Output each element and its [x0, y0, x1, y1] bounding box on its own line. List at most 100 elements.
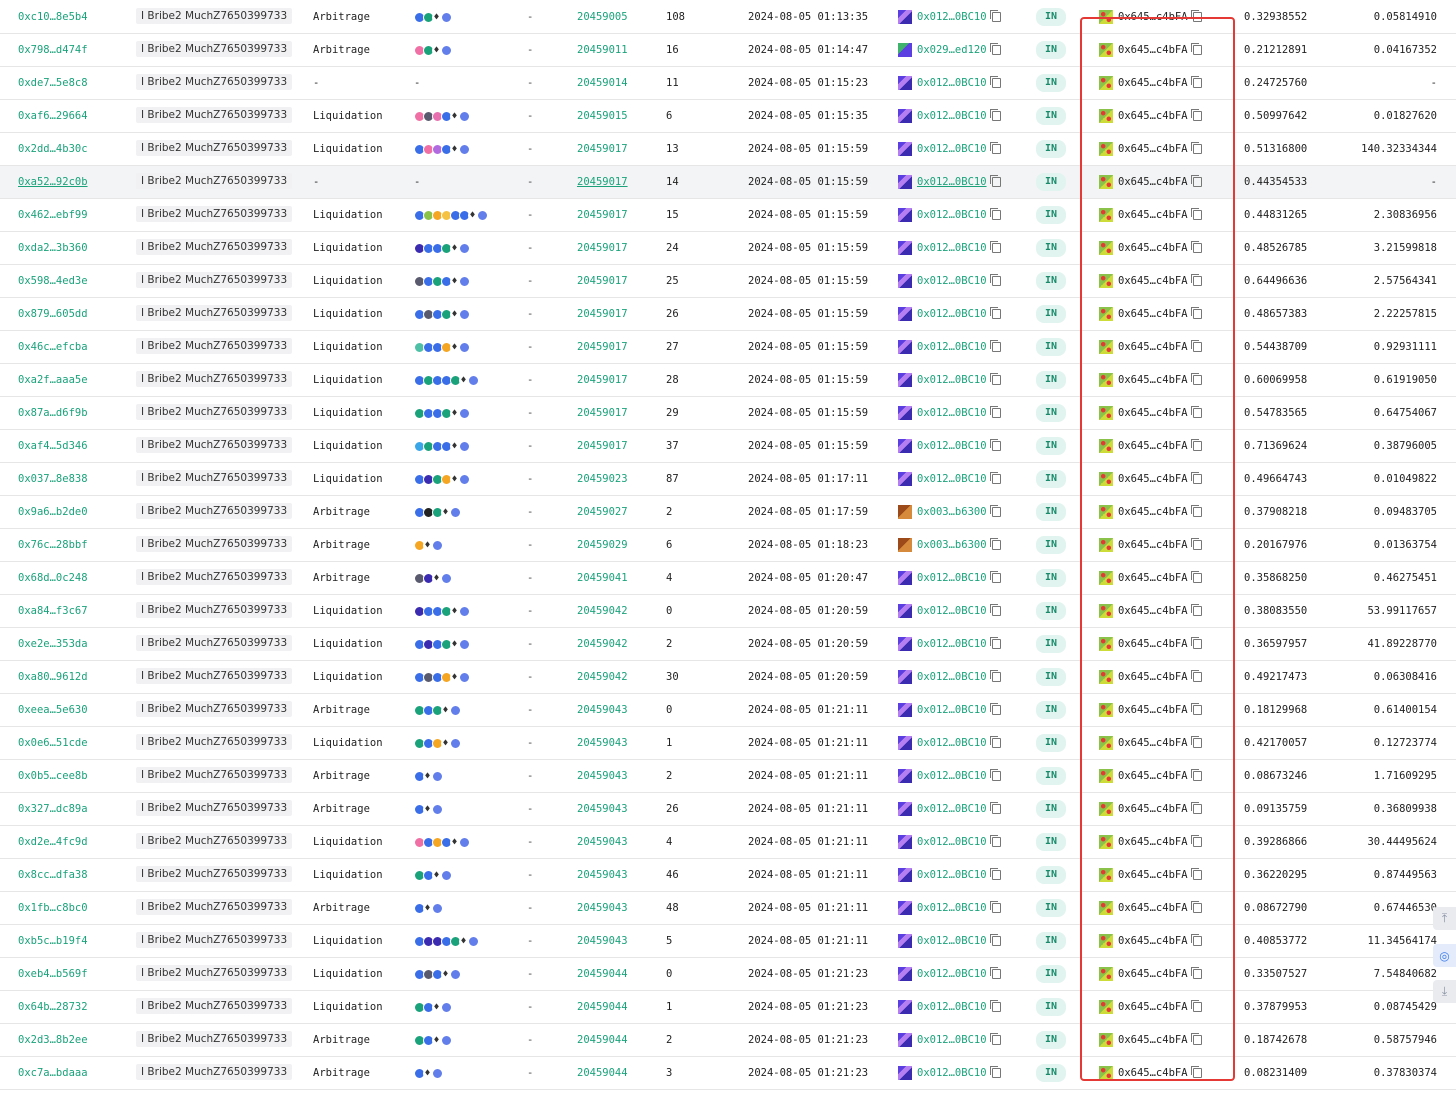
tx-hash-link[interactable]: 0x598…4ed3e	[18, 274, 88, 288]
copy-icon[interactable]	[1190, 571, 1202, 583]
copy-icon[interactable]	[1190, 538, 1202, 550]
tx-hash-link[interactable]: 0x798…d474f	[18, 43, 88, 57]
from-address-text[interactable]: 0x029…ed120	[917, 43, 987, 57]
tx-hash-link[interactable]: 0x64b…28732	[18, 1000, 88, 1014]
from-address[interactable]: 0x012…0BC10	[898, 175, 1001, 189]
from-address-text[interactable]: 0x012…0BC10	[917, 670, 987, 684]
from-address[interactable]: 0x012…0BC10	[898, 736, 1001, 750]
tx-hash-link[interactable]: 0x2dd…4b30c	[18, 142, 88, 156]
to-address-text[interactable]: 0x645…c4bFA	[1118, 769, 1188, 783]
to-address[interactable]: 0x645…c4bFA	[1099, 208, 1202, 222]
from-address[interactable]: 0x012…0BC10	[898, 901, 1001, 915]
from-address[interactable]: 0x012…0BC10	[898, 1033, 1001, 1047]
to-address[interactable]: 0x645…c4bFA	[1099, 802, 1202, 816]
from-address-text[interactable]: 0x012…0BC10	[917, 835, 987, 849]
tx-hash-link[interactable]: 0x9a6…b2de0	[18, 505, 88, 519]
to-address-text[interactable]: 0x645…c4bFA	[1118, 241, 1188, 255]
from-address[interactable]: 0x012…0BC10	[898, 406, 1001, 420]
to-address[interactable]: 0x645…c4bFA	[1099, 1000, 1202, 1014]
copy-icon[interactable]	[989, 472, 1001, 484]
from-address[interactable]: 0x012…0BC10	[898, 439, 1001, 453]
tx-hash-link[interactable]: 0xe2e…353da	[18, 637, 88, 651]
from-address[interactable]: 0x012…0BC10	[898, 967, 1001, 981]
from-address-text[interactable]: 0x012…0BC10	[917, 868, 987, 882]
from-address[interactable]: 0x012…0BC10	[898, 472, 1001, 486]
copy-icon[interactable]	[1190, 109, 1202, 121]
block-number-link[interactable]: 20459005	[577, 10, 628, 24]
block-number-link[interactable]: 20459043	[577, 934, 628, 948]
block-number-link[interactable]: 20459014	[577, 76, 628, 90]
from-address[interactable]: 0x003…b6300	[898, 505, 1001, 519]
to-address[interactable]: 0x645…c4bFA	[1099, 670, 1202, 684]
table-row[interactable]: 0x9a6…b2de0 I Bribe2 MuchZ7650399733 Arbit…	[0, 496, 1456, 529]
block-number-link[interactable]: 20459017	[577, 406, 628, 420]
to-address-text[interactable]: 0x645…c4bFA	[1118, 76, 1188, 90]
copy-icon[interactable]	[989, 934, 1001, 946]
copy-icon[interactable]	[1190, 934, 1202, 946]
block-number-link[interactable]: 20459043	[577, 835, 628, 849]
to-address[interactable]: 0x645…c4bFA	[1099, 868, 1202, 882]
from-address-text[interactable]: 0x012…0BC10	[917, 472, 987, 486]
to-address-text[interactable]: 0x645…c4bFA	[1118, 538, 1188, 552]
tx-hash-link[interactable]: 0x037…8e838	[18, 472, 88, 486]
from-address-text[interactable]: 0x012…0BC10	[917, 406, 987, 420]
to-address[interactable]: 0x645…c4bFA	[1099, 109, 1202, 123]
tx-hash-link[interactable]: 0xeb4…b569f	[18, 967, 88, 981]
block-number-link[interactable]: 20459042	[577, 604, 628, 618]
copy-icon[interactable]	[989, 637, 1001, 649]
to-address-text[interactable]: 0x645…c4bFA	[1118, 340, 1188, 354]
to-address-text[interactable]: 0x645…c4bFA	[1118, 571, 1188, 585]
to-address[interactable]: 0x645…c4bFA	[1099, 274, 1202, 288]
table-row[interactable]: 0xa52…92c0b I Bribe2 MuchZ7650399733 - - - 20…	[0, 166, 1456, 199]
block-number-link[interactable]: 20459043	[577, 703, 628, 717]
table-row[interactable]: 0x1fb…c8bc0 I Bribe2 MuchZ7650399733 Arbit…	[0, 892, 1456, 925]
from-address[interactable]: 0x012…0BC10	[898, 76, 1001, 90]
to-address[interactable]: 0x645…c4bFA	[1099, 769, 1202, 783]
from-address[interactable]: 0x012…0BC10	[898, 670, 1001, 684]
tx-hash-link[interactable]: 0xc10…8e5b4	[18, 10, 88, 24]
to-address[interactable]: 0x645…c4bFA	[1099, 406, 1202, 420]
to-address[interactable]: 0x645…c4bFA	[1099, 373, 1202, 387]
table-row[interactable]: 0x2dd…4b30c I Bribe2 MuchZ7650399733 Liqui…	[0, 133, 1456, 166]
to-address[interactable]: 0x645…c4bFA	[1099, 934, 1202, 948]
tx-hash-link[interactable]: 0x462…ebf99	[18, 208, 88, 222]
table-row[interactable]: 0xa84…f3c67 I Bribe2 MuchZ7650399733 Liqui…	[0, 595, 1456, 628]
table-row[interactable]: 0x879…605dd I Bribe2 MuchZ7650399733 Liqui…	[0, 298, 1456, 331]
to-address[interactable]: 0x645…c4bFA	[1099, 472, 1202, 486]
table-row[interactable]: 0x037…8e838 I Bribe2 MuchZ7650399733 Liqui…	[0, 463, 1456, 496]
copy-icon[interactable]	[989, 736, 1001, 748]
block-number-link[interactable]: 20459044	[577, 1066, 628, 1080]
from-address-text[interactable]: 0x012…0BC10	[917, 76, 987, 90]
copy-icon[interactable]	[989, 1066, 1001, 1078]
table-row[interactable]: 0xda2…3b360 I Bribe2 MuchZ7650399733 Liqui…	[0, 232, 1456, 265]
block-number-link[interactable]: 20459017	[577, 142, 628, 156]
to-address-text[interactable]: 0x645…c4bFA	[1118, 43, 1188, 57]
to-address-text[interactable]: 0x645…c4bFA	[1118, 142, 1188, 156]
copy-icon[interactable]	[989, 340, 1001, 352]
copy-icon[interactable]	[1190, 307, 1202, 319]
block-number-link[interactable]: 20459044	[577, 1000, 628, 1014]
block-number-link[interactable]: 20459043	[577, 769, 628, 783]
table-row[interactable]: 0x87a…d6f9b I Bribe2 MuchZ7650399733 Liqui…	[0, 397, 1456, 430]
to-address-text[interactable]: 0x645…c4bFA	[1118, 307, 1188, 321]
tx-hash-link[interactable]: 0x8cc…dfa38	[18, 868, 88, 882]
to-address-text[interactable]: 0x645…c4bFA	[1118, 472, 1188, 486]
block-number-link[interactable]: 20459017	[577, 175, 628, 189]
table-row[interactable]: 0xc10…8e5b4 I Bribe2 MuchZ7650399733 Arbit…	[0, 1, 1456, 34]
to-address-text[interactable]: 0x645…c4bFA	[1118, 439, 1188, 453]
tx-hash-link[interactable]: 0xde7…5e8c8	[18, 76, 88, 90]
from-address[interactable]: 0x012…0BC10	[898, 637, 1001, 651]
to-address[interactable]: 0x645…c4bFA	[1099, 10, 1202, 24]
table-row[interactable]: 0x462…ebf99 I Bribe2 MuchZ7650399733 Liqui…	[0, 199, 1456, 232]
to-address-text[interactable]: 0x645…c4bFA	[1118, 736, 1188, 750]
copy-icon[interactable]	[989, 670, 1001, 682]
from-address-text[interactable]: 0x003…b6300	[917, 505, 987, 519]
to-address[interactable]: 0x645…c4bFA	[1099, 505, 1202, 519]
copy-icon[interactable]	[989, 571, 1001, 583]
from-address-text[interactable]: 0x012…0BC10	[917, 901, 987, 915]
copy-icon[interactable]	[1190, 439, 1202, 451]
copy-icon[interactable]	[1190, 769, 1202, 781]
from-address-text[interactable]: 0x012…0BC10	[917, 934, 987, 948]
from-address[interactable]: 0x012…0BC10	[898, 373, 1001, 387]
block-number-link[interactable]: 20459042	[577, 670, 628, 684]
